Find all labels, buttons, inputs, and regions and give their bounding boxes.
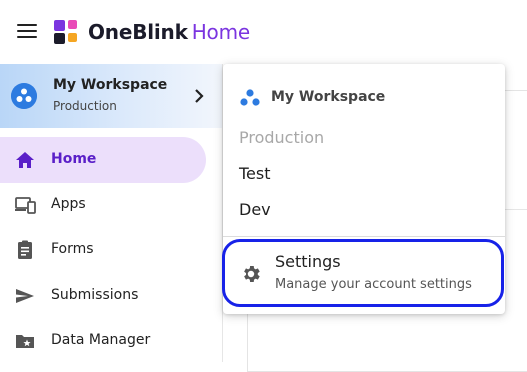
- menu-item-test[interactable]: Test: [239, 164, 271, 183]
- chevron-right-icon: [195, 89, 204, 103]
- gear-icon: [244, 266, 260, 282]
- app-title: OneBlink Home: [88, 18, 250, 46]
- sidebar-item-apps[interactable]: Apps: [0, 182, 206, 228]
- send-icon: [16, 289, 34, 303]
- home-icon: [16, 152, 34, 168]
- menu-header: My Workspace: [239, 86, 489, 110]
- sidebar-item-data-manager[interactable]: Data Manager: [0, 318, 206, 364]
- brand-name: OneBlink: [88, 20, 188, 44]
- workspace-environment: Production: [53, 99, 117, 113]
- brand-suffix: Home: [191, 20, 250, 44]
- devices-icon: [15, 197, 36, 214]
- workspace-icon: [240, 89, 260, 106]
- menu-icon[interactable]: [17, 24, 37, 40]
- clipboard-icon: [18, 240, 32, 259]
- menu-item-settings[interactable]: Settings Manage your account settings: [223, 240, 505, 306]
- sidebar-item-label: Forms: [51, 241, 94, 257]
- folder-star-icon: [16, 335, 34, 348]
- settings-subtitle: Manage your account settings: [275, 277, 472, 292]
- app-header: OneBlink Home: [0, 0, 527, 64]
- sidebar-item-label: Data Manager: [51, 332, 151, 348]
- menu-item-dev[interactable]: Dev: [239, 200, 271, 219]
- workspace-switcher[interactable]: My Workspace Production: [0, 64, 222, 128]
- sidebar: My Workspace Production Home Apps Forms: [0, 64, 222, 362]
- sidebar-item-submissions[interactable]: Submissions: [0, 273, 206, 319]
- settings-title: Settings: [275, 252, 341, 271]
- workspace-title: My Workspace: [53, 77, 168, 93]
- workspace-menu: My Workspace Production Test Dev Setting…: [223, 64, 505, 314]
- sidebar-item-label: Apps: [51, 196, 86, 212]
- oneblink-logo-icon: [54, 20, 77, 44]
- sidebar-item-label: Home: [51, 151, 97, 167]
- menu-header-title: My Workspace: [271, 89, 386, 105]
- menu-divider: [223, 236, 505, 237]
- sidebar-item-forms[interactable]: Forms: [0, 227, 206, 273]
- workspace-icon: [11, 83, 37, 109]
- sidebar-item-home[interactable]: Home: [0, 137, 206, 183]
- menu-item-production: Production: [239, 128, 325, 147]
- sidebar-item-label: Submissions: [51, 287, 139, 303]
